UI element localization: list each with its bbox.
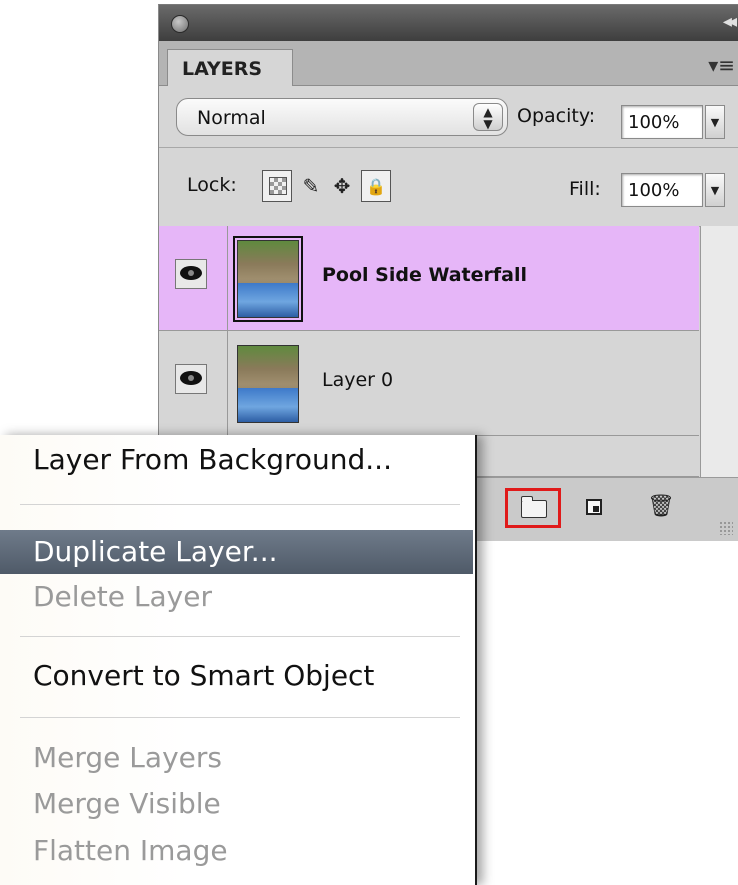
visibility-cell [159,331,228,435]
stepper-icon: ▲ ▼ [473,103,503,131]
lock-transparent-pixels-icon[interactable] [262,170,292,202]
new-layer-icon [586,499,602,515]
collapse-panel-icon[interactable]: ◂◂ [723,11,737,32]
layer-row-layer-0[interactable]: Layer 0 [159,331,699,436]
blend-mode-value: Normal [197,107,266,129]
resize-grip-icon[interactable] [719,521,733,535]
panel-tab-row: LAYERS ▾≡ [159,41,738,86]
new-group-button[interactable] [505,488,561,528]
layer-name[interactable]: Pool Side Waterfall [322,264,527,286]
layer-thumbnail [237,345,299,423]
eye-icon[interactable] [175,259,207,289]
menu-separator [20,636,460,637]
opacity-input[interactable]: 100% [621,105,703,139]
menu-item-flatten-image[interactable]: Flatten Image [0,829,473,873]
visibility-cell [159,226,228,330]
panel-menu-icon[interactable]: ▾≡ [708,53,735,77]
layer-thumbnail [233,236,303,322]
trash-icon[interactable]: 🗑 [647,496,675,518]
menu-item-merge-layers[interactable]: Merge Layers [0,736,473,780]
menu-item-convert-to-smart-object[interactable]: Convert to Smart Object [0,654,473,698]
tab-layers[interactable]: LAYERS [167,49,293,86]
fill-label: Fill: [569,178,601,200]
layer-name[interactable]: Layer 0 [322,369,393,391]
new-layer-button[interactable] [582,496,608,518]
close-icon[interactable] [171,15,189,33]
lock-position-icon[interactable]: ✥ [327,170,357,202]
fill-input[interactable]: 100% [621,173,703,207]
folder-icon [521,496,547,518]
lock-image-pixels-icon[interactable]: ✎ [296,170,326,202]
layer-row-pool-side-waterfall[interactable]: Pool Side Waterfall [159,226,699,331]
context-menu: Layer From Background... Duplicate Layer… [0,435,477,885]
blend-mode-select[interactable]: Normal ▲ ▼ [176,98,508,136]
menu-item-delete-layer[interactable]: Delete Layer [0,575,473,619]
menu-item-duplicate-layer[interactable]: Duplicate Layer... [0,530,473,574]
opacity-label: Opacity: [517,105,596,127]
menu-item-merge-visible[interactable]: Merge Visible [0,782,473,826]
eye-icon[interactable] [175,364,207,394]
panel-titlebar[interactable]: ◂◂ [159,5,738,41]
menu-item-layer-from-background[interactable]: Layer From Background... [0,438,473,482]
menu-separator [20,504,460,505]
opacity-dropdown-button[interactable]: ▼ [705,105,725,139]
menu-separator [20,717,460,718]
fill-dropdown-button[interactable]: ▼ [705,173,725,207]
scrollbar[interactable] [700,226,738,477]
lock-all-icon[interactable]: 🔒 [361,170,391,202]
lock-label: Lock: [187,174,237,196]
